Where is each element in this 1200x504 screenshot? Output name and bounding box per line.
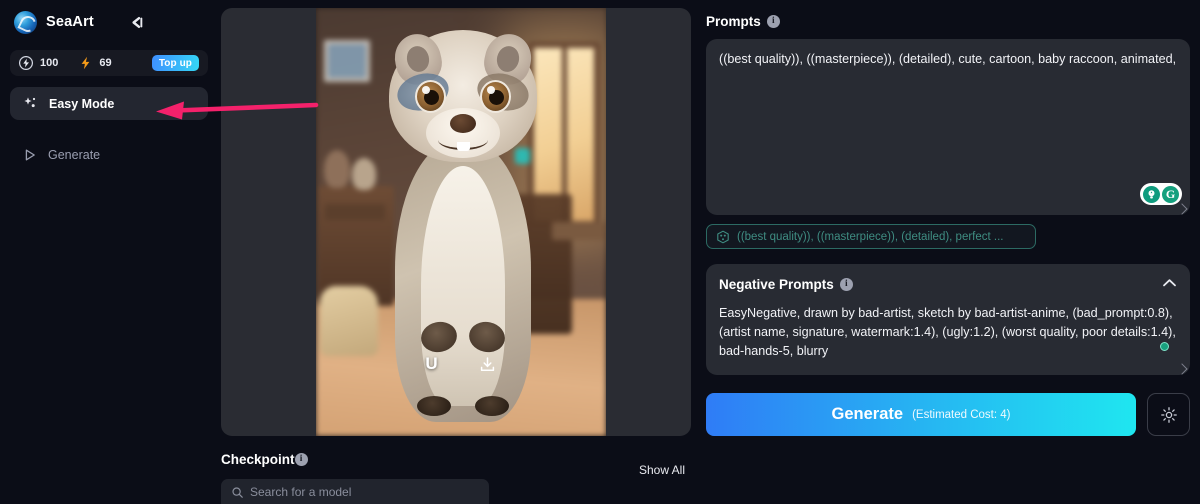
sidebar-item-easy-mode[interactable]: Easy Mode <box>10 87 208 120</box>
info-icon[interactable]: i <box>766 14 780 28</box>
model-search-placeholder: Search for a model <box>250 485 352 499</box>
seaart-app-window: SeaArt 100 69 Top up Easy Mode Generate … <box>0 0 1200 504</box>
download-icon[interactable] <box>478 355 497 374</box>
sparkles-icon <box>24 97 36 108</box>
prompts-header: Prompts i <box>706 10 1190 32</box>
generate-row: Generate (Estimated Cost: 4) <box>706 393 1190 436</box>
resize-handle[interactable] <box>1176 203 1188 215</box>
energy-count: 69 <box>99 57 112 69</box>
negative-prompts-title: Negative Prompts <box>719 276 834 292</box>
show-all-link[interactable]: Show All <box>639 463 685 477</box>
sidebar-item-label-easy-mode: Easy Mode <box>49 96 115 111</box>
settings-panel: Prompts i ((best quality)), ((masterpiec… <box>698 0 1200 504</box>
credit-bolt-icon <box>19 56 33 70</box>
play-icon <box>25 149 35 160</box>
energy-bolt-icon <box>81 56 90 70</box>
generate-cost-label: (Estimated Cost: 4) <box>912 408 1011 421</box>
negative-prompts-header[interactable]: Negative Prompts i <box>719 275 1177 293</box>
preview-area: U Checkpoint i Search for a model Show A… <box>218 0 698 504</box>
upscale-button[interactable]: U <box>425 354 437 374</box>
grammarly-icon[interactable]: G <box>1162 185 1179 203</box>
sidebar-item-label-generate: Generate <box>48 147 101 162</box>
top-up-button[interactable]: Top up <box>151 55 199 71</box>
resize-handle[interactable] <box>1176 363 1188 375</box>
gear-icon <box>1160 406 1177 423</box>
negative-prompts-value[interactable]: EasyNegative, drawn by bad-artist, sketc… <box>719 304 1177 361</box>
prompts-textarea[interactable]: ((best quality)), ((masterpiece)), (deta… <box>706 39 1190 215</box>
lightbulb-icon[interactable] <box>1143 185 1160 203</box>
seaart-logo-icon <box>14 10 37 34</box>
checkpoint-label: Checkpoint <box>221 451 295 467</box>
generate-button-label: Generate <box>831 405 904 423</box>
collapse-sidebar-icon[interactable] <box>126 12 146 32</box>
credit-count: 100 <box>40 57 59 69</box>
negative-prompts-box: Negative Prompts i EasyNegative, drawn b… <box>706 264 1190 375</box>
generate-button[interactable]: Generate (Estimated Cost: 4) <box>706 393 1136 436</box>
brand-name: SeaArt <box>46 14 94 30</box>
prompts-title: Prompts <box>706 13 761 29</box>
prompt-preset-chip[interactable]: ((best quality)), ((masterpiece)), (deta… <box>706 224 1036 249</box>
image-preview-panel: U <box>221 8 691 436</box>
dice-icon <box>717 230 729 243</box>
generated-image[interactable]: U <box>316 8 606 436</box>
chevron-up-icon[interactable] <box>1162 275 1177 293</box>
writing-assist-pill: G <box>1140 183 1182 205</box>
generation-settings-button[interactable] <box>1147 393 1190 436</box>
sidebar: SeaArt 100 69 Top up Easy Mode Generate <box>0 0 218 504</box>
credits-bar: 100 69 Top up <box>10 50 208 76</box>
image-action-overlay: U <box>316 344 606 384</box>
model-search-input[interactable]: Search for a model <box>221 479 489 504</box>
sidebar-item-generate[interactable]: Generate <box>10 138 208 171</box>
prompts-value: ((best quality)), ((masterpiece)), (deta… <box>719 52 1177 66</box>
info-icon[interactable]: i <box>839 277 853 291</box>
brand-row: SeaArt <box>8 0 210 44</box>
prompt-preset-label: ((best quality)), ((masterpiece)), (deta… <box>737 230 1004 243</box>
search-icon <box>232 486 243 498</box>
info-icon[interactable]: i <box>294 452 308 466</box>
status-indicator-dot <box>1160 342 1169 351</box>
